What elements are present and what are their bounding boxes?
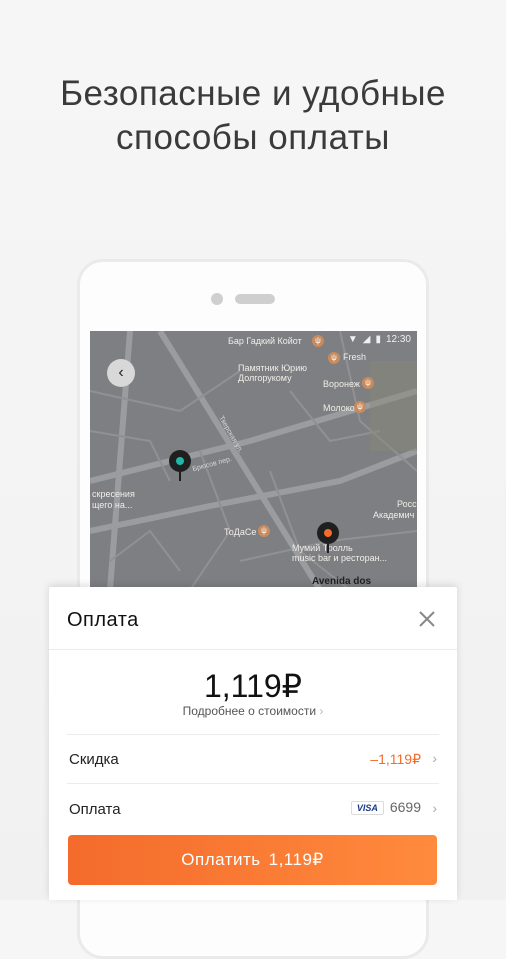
- back-button[interactable]: ‹: [107, 359, 135, 387]
- chevron-right-icon: ›: [432, 800, 437, 816]
- map-label: щего на...: [92, 500, 133, 510]
- restaurant-icon: ψ: [312, 335, 324, 347]
- map-label: Воронеж: [323, 379, 360, 389]
- restaurant-icon: ψ: [354, 401, 366, 413]
- promo-headline: Безопасные и удобные способы оплаты: [0, 72, 506, 160]
- divider: [49, 649, 457, 650]
- destination-pin-icon: [317, 522, 339, 553]
- pay-button-label: Оплатить: [181, 850, 261, 869]
- status-time: 12:30: [385, 334, 411, 345]
- map-label: Бар Гадкий Койот: [228, 336, 302, 346]
- map-label: Академич: [373, 510, 415, 520]
- divider: [67, 734, 439, 735]
- headline-line-2: способы оплаты: [116, 118, 390, 157]
- payment-card: VISA 6699: [350, 799, 421, 816]
- payment-label: Оплата: [69, 801, 121, 818]
- map-label: Avenida dos: [312, 576, 372, 587]
- discount-value: –1,119₽: [370, 751, 421, 767]
- chevron-right-icon: ›: [319, 704, 324, 718]
- visa-card-icon: VISA: [350, 801, 384, 816]
- map-label: Fresh: [343, 352, 367, 362]
- map-label: Росс: [397, 499, 417, 509]
- battery-icon: ▮: [375, 334, 381, 345]
- pay-button[interactable]: Оплатить 1,119₽: [68, 835, 437, 885]
- status-bar: ▼ ◢ ▮ 12:30: [348, 334, 411, 345]
- close-icon[interactable]: [417, 609, 437, 629]
- pay-button-amount: 1,119₽: [268, 850, 324, 869]
- chevron-left-icon: ‹: [118, 364, 124, 381]
- map-label: Долгорукому: [238, 373, 292, 383]
- divider: [67, 783, 439, 784]
- signal-icon: ◢: [362, 334, 371, 345]
- map-screen[interactable]: ▼ ◢ ▮ 12:30 ‹ ψ Бар Гадкий Койот ψ Fresh…: [90, 331, 417, 590]
- restaurant-icon: ψ: [362, 377, 374, 389]
- discount-label: Скидка: [69, 751, 119, 768]
- price-details-label: Подробнее о стоимости: [182, 704, 317, 718]
- chevron-right-icon: ›: [432, 750, 437, 766]
- headline-line-1: Безопасные и удобные: [60, 74, 446, 113]
- map-label: Памятник Юрию: [238, 363, 307, 373]
- restaurant-icon: ψ: [328, 352, 340, 364]
- payment-sheet: Оплата 1,119₽ Подробнее о стоимости › Ск…: [49, 587, 457, 900]
- price-details-link[interactable]: Подробнее о стоимости ›: [49, 704, 457, 718]
- map-label: Молоко: [323, 403, 355, 413]
- speaker-slot: [235, 294, 275, 304]
- restaurant-icon: ψ: [258, 525, 270, 537]
- card-last4: 6699: [389, 799, 421, 815]
- sheet-title: Оплата: [67, 609, 139, 631]
- total-price: 1,119₽: [203, 668, 303, 704]
- origin-pin-icon: [169, 450, 191, 481]
- wifi-icon: ▼: [347, 334, 358, 345]
- camera-dot: [211, 293, 223, 305]
- map-label: ТоДаСе: [224, 527, 257, 537]
- map-label: скресения: [92, 489, 135, 499]
